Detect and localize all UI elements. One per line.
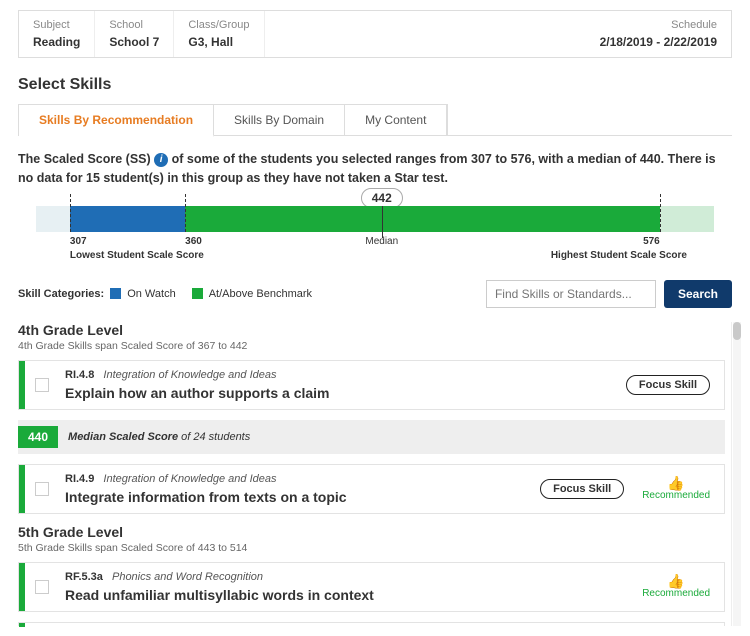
info-icon[interactable]: i	[154, 153, 168, 167]
bar-seg-benchmark	[185, 206, 660, 232]
header-schedule-label: Schedule	[600, 19, 717, 31]
scrollbar-track[interactable]	[733, 322, 741, 626]
skill-body: RI.4.9 Integration of Knowledge and Idea…	[59, 465, 526, 513]
median-score-row: 440 Median Scaled Score of 24 students	[18, 420, 725, 454]
skill-body: RI.4.8 Integration of Knowledge and Idea…	[59, 361, 612, 409]
header-schedule: Schedule 2/18/2019 - 2/22/2019	[586, 11, 731, 57]
skill-checkbox[interactable]	[35, 378, 49, 392]
skill-title: Explain how an author supports a claim	[65, 385, 606, 401]
median-text: Median Scaled Score of 24 students	[68, 431, 250, 443]
recommended-badge: 👍 Recommended	[642, 574, 710, 599]
focus-skill-pill: Focus Skill	[540, 479, 624, 499]
scaled-score-summary: The Scaled Score (SS) i of some of the s…	[18, 150, 732, 188]
skill-body: RF.5.3a Phonics and Word Recognition Rea…	[59, 563, 628, 611]
scale-bar	[36, 206, 714, 232]
controls-row: Skill Categories: On Watch At/Above Benc…	[18, 280, 732, 308]
recommended-label: Recommended	[642, 588, 710, 599]
skill-strip-icon	[19, 623, 25, 627]
header-class: Class/Group G3, Hall	[174, 11, 264, 57]
skill-checkbox[interactable]	[35, 482, 49, 496]
skill-category: Phonics and Word Recognition	[112, 571, 263, 583]
tick-mid-val: 360	[185, 236, 202, 247]
thumbs-up-icon: 👍	[642, 476, 710, 490]
tick-low	[70, 194, 71, 232]
focus-skill-pill: Focus Skill	[626, 375, 710, 395]
tick-high-label: Highest Student Scale Score	[551, 250, 687, 261]
skill-meta: RI.4.9 Integration of Knowledge and Idea…	[65, 473, 520, 485]
header-subject-label: Subject	[33, 19, 80, 31]
search-button[interactable]: Search	[664, 280, 732, 308]
tab-domain[interactable]: Skills By Domain	[214, 105, 345, 136]
header-subject-value: Reading	[33, 35, 80, 49]
bar-seg-on-watch	[70, 206, 185, 232]
tab-my-content[interactable]: My Content	[345, 105, 447, 136]
skill-check-col	[25, 465, 59, 513]
scrollbar-thumb[interactable]	[733, 322, 741, 340]
recommended-badge: 👍 Recommended	[642, 476, 710, 501]
skill-title: Read unfamiliar multisyllabic words in c…	[65, 587, 622, 603]
skill-meta: RI.4.8 Integration of Knowledge and Idea…	[65, 369, 606, 381]
tabs: Skills By Recommendation Skills By Domai…	[18, 104, 448, 136]
thumbs-up-icon: 👍	[642, 574, 710, 588]
skill-category: Integration of Knowledge and Ideas	[103, 369, 276, 381]
grade5-title: 5th Grade Level	[18, 524, 725, 540]
search-input[interactable]	[486, 280, 656, 308]
header-subject: Subject Reading	[19, 11, 95, 57]
scale-chart: 442 Median 307 Lowest Student Scale Scor…	[36, 206, 714, 232]
header-class-value: G3, Hall	[188, 35, 249, 49]
median-line	[382, 206, 383, 238]
grade4-sub: 4th Grade Skills span Scaled Score of 36…	[18, 340, 725, 352]
header-schedule-value: 2/18/2019 - 2/22/2019	[600, 35, 717, 49]
swatch-blue-icon	[110, 288, 121, 299]
header-class-label: Class/Group	[188, 19, 249, 31]
skill-card[interactable]: RI.4.8 Integration of Knowledge and Idea…	[18, 360, 725, 410]
legend-blue-label: On Watch	[127, 288, 176, 300]
legend-green-label: At/Above Benchmark	[209, 288, 312, 300]
grade4-title: 4th Grade Level	[18, 322, 725, 338]
median-label: Median	[365, 236, 398, 247]
header-school: School School 7	[95, 11, 174, 57]
tick-low-label: Lowest Student Scale Score	[70, 250, 204, 261]
skill-right: 👍 Recommended	[628, 563, 724, 611]
skill-check-col	[25, 361, 59, 409]
legend-title: Skill Categories:	[18, 288, 104, 300]
skill-card[interactable]: RI.4.9 Integration of Knowledge and Idea…	[18, 464, 725, 514]
median-text-bold: Median Scaled Score	[68, 431, 178, 443]
tick-high-val: 576	[643, 236, 660, 247]
bar-seg-pre	[36, 206, 70, 232]
search-box: Search	[486, 280, 732, 308]
skill-code: RI.4.9	[65, 473, 94, 485]
tick-mid	[185, 194, 186, 232]
swatch-green-icon	[192, 288, 203, 299]
median-chip: 440	[18, 426, 58, 448]
skill-right: Focus Skill	[612, 361, 724, 409]
legend: Skill Categories: On Watch At/Above Benc…	[18, 288, 322, 300]
skill-card-stub	[18, 622, 725, 626]
bar-seg-post	[660, 206, 714, 232]
header-card: Subject Reading School School 7 Class/Gr…	[18, 10, 732, 58]
median-bubble: 442	[361, 188, 403, 208]
skill-code: RI.4.8	[65, 369, 94, 381]
skill-meta: RF.5.3a Phonics and Word Recognition	[65, 571, 622, 583]
skill-check-col	[25, 563, 59, 611]
skill-card[interactable]: RF.5.3a Phonics and Word Recognition Rea…	[18, 562, 725, 612]
tick-low-val: 307	[70, 236, 87, 247]
skill-category: Integration of Knowledge and Ideas	[103, 473, 276, 485]
skill-code: RF.5.3a	[65, 571, 103, 583]
skill-checkbox[interactable]	[35, 580, 49, 594]
skill-right: Focus Skill 👍 Recommended	[526, 465, 724, 513]
section-title: Select Skills	[18, 76, 732, 94]
grade5-sub: 5th Grade Skills span Scaled Score of 44…	[18, 542, 725, 554]
skill-title: Integrate information from texts on a to…	[65, 489, 520, 505]
results-pane: 4th Grade Level 4th Grade Skills span Sc…	[18, 322, 732, 626]
recommended-label: Recommended	[642, 490, 710, 501]
score-text-part-a: The Scaled Score (SS)	[18, 152, 154, 166]
median-text-rest: of 24 students	[178, 431, 250, 443]
tick-high	[660, 194, 661, 232]
tab-recommendation[interactable]: Skills By Recommendation	[19, 105, 214, 137]
header-school-value: School 7	[109, 35, 159, 49]
header-school-label: School	[109, 19, 159, 31]
